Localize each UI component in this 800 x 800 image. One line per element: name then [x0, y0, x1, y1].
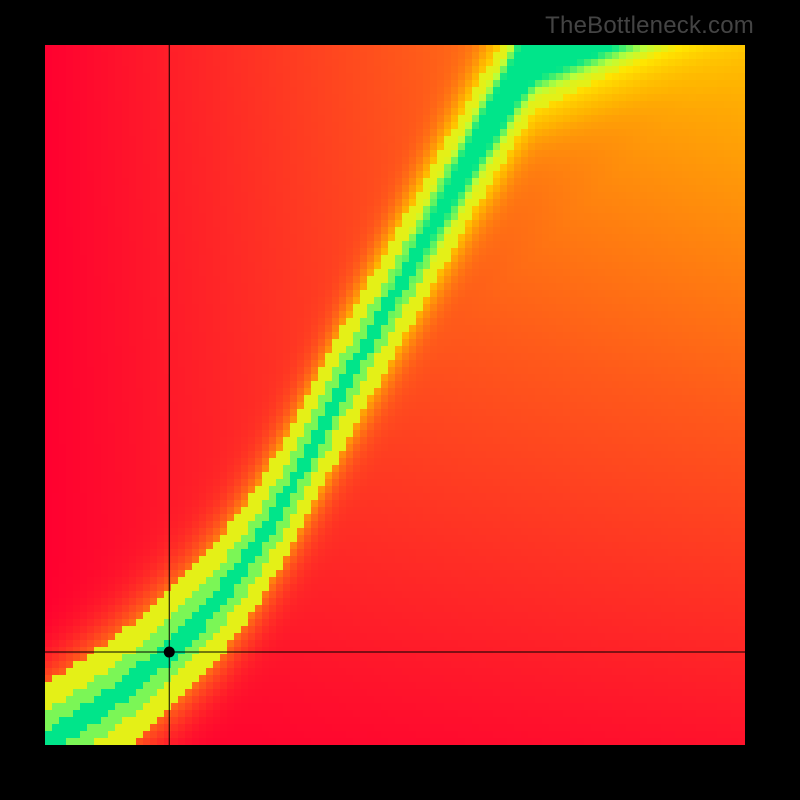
chart-frame: TheBottleneck.com: [0, 0, 800, 800]
heatmap-canvas: [45, 45, 755, 755]
watermark-label: TheBottleneck.com: [545, 12, 754, 40]
heatmap-plot: [45, 45, 755, 755]
